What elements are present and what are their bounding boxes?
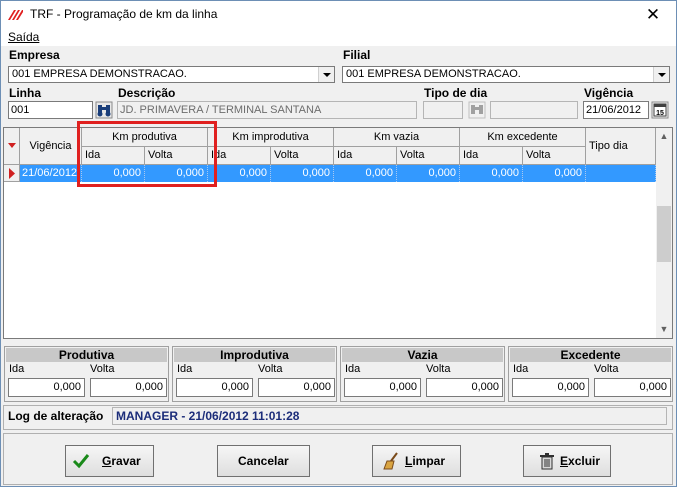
ida-label: Ida — [345, 363, 361, 375]
excluir-button[interactable]: Excluir — [523, 445, 611, 477]
broom-icon — [383, 452, 398, 470]
gravar-label: Gravar — [102, 454, 141, 468]
volta-label: Volta — [90, 363, 115, 375]
filial-combo[interactable]: 001 EMPRESA DEMONSTRACAO. — [342, 66, 670, 83]
chevron-down-icon[interactable] — [318, 67, 334, 82]
grid-corner — [4, 128, 20, 165]
title-bar: TRF - Programação de km da linha ✕ — [1, 1, 676, 30]
ida-label: Ida — [177, 363, 193, 375]
menu-bar: Saída — [1, 30, 676, 46]
header-improdutiva-volta[interactable]: Volta — [271, 147, 334, 165]
panel-title: Excedente — [510, 348, 671, 362]
volta-label: Volta — [426, 363, 451, 375]
chevron-down-icon[interactable] — [653, 67, 669, 82]
cell-vazia-ida[interactable]: 0,000 — [334, 165, 397, 182]
volta-label: Volta — [594, 363, 619, 375]
empresa-value: 001 EMPRESA DEMONSTRACAO. — [12, 68, 187, 80]
main-window: TRF - Programação de km da linha ✕ Saída… — [0, 0, 677, 487]
binoculars-search-icon[interactable] — [95, 101, 113, 119]
empresa-label: Empresa — [9, 48, 60, 62]
header-excedente-ida[interactable]: Ida — [460, 147, 523, 165]
descricao-value: JD. PRIMAVERA / TERMINAL SANTANA — [120, 104, 322, 116]
scroll-thumb[interactable] — [657, 206, 671, 262]
row-pointer-icon — [9, 168, 15, 179]
header-km-vazia[interactable]: Km vazia — [334, 128, 460, 147]
panel-title: Improdutiva — [174, 348, 335, 362]
cancelar-label: Cancelar — [238, 454, 289, 468]
volta-label: Volta — [258, 363, 283, 375]
highlight-box — [77, 121, 217, 187]
cell-vigencia[interactable]: 21/06/2012 — [20, 165, 82, 182]
panel-improdutiva: Improdutiva Ida Volta 0,000 0,000 — [172, 346, 337, 402]
linha-label: Linha — [9, 86, 41, 100]
cell-excedente-volta[interactable]: 0,000 — [523, 165, 586, 182]
window-title: TRF - Programação de km da linha — [30, 7, 218, 21]
linha-input[interactable]: 001 — [8, 101, 93, 119]
trash-icon — [540, 453, 554, 470]
tipo-dia-description — [490, 101, 578, 119]
close-icon: ✕ — [645, 5, 661, 24]
cell-vazia-volta[interactable]: 0,000 — [397, 165, 460, 182]
log-label: Log de alteração — [8, 409, 104, 423]
svg-text:15: 15 — [656, 110, 664, 117]
close-button[interactable]: ✕ — [630, 1, 676, 30]
vigencia-value: 21/06/2012 — [586, 104, 642, 116]
header-vazia-ida[interactable]: Ida — [334, 147, 397, 165]
filial-value: 001 EMPRESA DEMONSTRACAO. — [346, 68, 521, 80]
improdutiva-volta-field[interactable]: 0,000 — [258, 378, 335, 397]
descricao-label: Descrição — [118, 86, 176, 100]
header-km-improdutiva[interactable]: Km improdutiva — [208, 128, 334, 147]
descricao-field: JD. PRIMAVERA / TERMINAL SANTANA — [117, 101, 417, 119]
limpar-button[interactable]: Limpar — [372, 445, 461, 477]
gravar-button[interactable]: Gravar — [65, 445, 154, 477]
filial-label: Filial — [343, 48, 371, 62]
cell-improdutiva-ida[interactable]: 0,000 — [208, 165, 271, 182]
sort-indicator-icon — [8, 143, 16, 148]
cell-tipo-dia[interactable] — [586, 165, 656, 182]
binoculars-search-icon[interactable] — [468, 101, 486, 119]
scroll-up-icon[interactable]: ▲ — [656, 128, 672, 145]
excedente-volta-field[interactable]: 0,000 — [594, 378, 671, 397]
limpar-label: Limpar — [405, 454, 446, 468]
cell-excedente-ida[interactable]: 0,000 — [460, 165, 523, 182]
produtiva-volta-field[interactable]: 0,000 — [90, 378, 167, 397]
app-logo-icon — [8, 10, 23, 20]
header-tipo-dia[interactable]: Tipo dia — [586, 128, 656, 165]
produtiva-ida-field[interactable]: 0,000 — [8, 378, 85, 397]
tipo-dia-label: Tipo de dia — [424, 86, 488, 100]
cell-improdutiva-volta[interactable]: 0,000 — [271, 165, 334, 182]
vazia-volta-field[interactable]: 0,000 — [426, 378, 503, 397]
vigencia-label: Vigência — [584, 86, 634, 100]
ida-label: Ida — [9, 363, 25, 375]
header-vazia-volta[interactable]: Volta — [397, 147, 460, 165]
panel-vazia: Vazia Ida Volta 0,000 0,000 — [340, 346, 505, 402]
row-indicator — [4, 165, 20, 182]
menu-item-saida[interactable]: Saída — [8, 30, 39, 44]
checkmark-icon — [72, 454, 90, 469]
vazia-ida-field[interactable]: 0,000 — [344, 378, 421, 397]
header-vigencia[interactable]: Vigência — [20, 128, 82, 165]
panel-produtiva: Produtiva Ida Volta 0,000 0,000 — [4, 346, 169, 402]
header-improdutiva-ida[interactable]: Ida — [208, 147, 271, 165]
excedente-ida-field[interactable]: 0,000 — [512, 378, 589, 397]
ida-label: Ida — [513, 363, 529, 375]
improdutiva-ida-field[interactable]: 0,000 — [176, 378, 253, 397]
empresa-combo[interactable]: 001 EMPRESA DEMONSTRACAO. — [8, 66, 335, 83]
grid-scrollbar[interactable]: ▲ ▼ — [656, 128, 672, 338]
scroll-down-icon[interactable]: ▼ — [656, 321, 672, 338]
tipo-dia-input[interactable] — [423, 101, 463, 119]
calendar-icon[interactable]: 15 — [651, 101, 669, 119]
header-km-excedente[interactable]: Km excedente — [460, 128, 586, 147]
header-excedente-volta[interactable]: Volta — [523, 147, 586, 165]
panel-excedente: Excedente Ida Volta 0,000 0,000 — [508, 346, 673, 402]
excluir-label: Excluir — [560, 454, 601, 468]
panel-title: Produtiva — [6, 348, 167, 362]
vigencia-input[interactable]: 21/06/2012 — [583, 101, 649, 119]
panel-title: Vazia — [342, 348, 503, 362]
linha-value: 001 — [11, 104, 30, 116]
cancelar-button[interactable]: Cancelar — [217, 445, 310, 477]
log-value: MANAGER - 21/06/2012 11:01:28 — [112, 407, 667, 425]
